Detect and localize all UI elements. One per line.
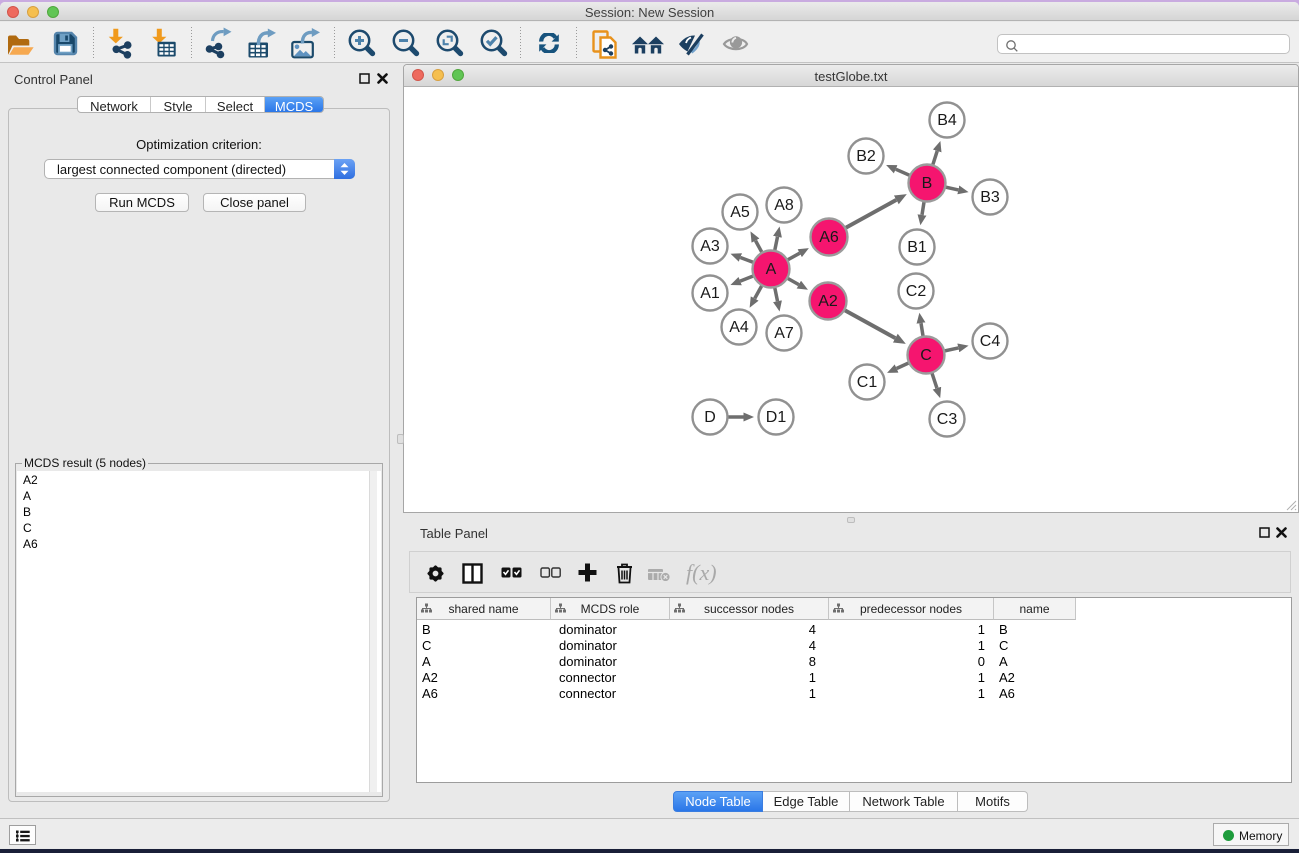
svg-text:B2: B2 <box>856 148 876 165</box>
svg-text:D: D <box>704 409 716 426</box>
svg-text:A3: A3 <box>700 238 720 255</box>
svg-text:A7: A7 <box>774 325 794 342</box>
svg-text:D1: D1 <box>766 409 787 426</box>
svg-text:B1: B1 <box>907 239 927 256</box>
svg-text:C1: C1 <box>857 374 878 391</box>
svg-text:A2: A2 <box>818 293 838 310</box>
svg-text:C: C <box>920 347 932 364</box>
svg-text:A8: A8 <box>774 197 794 214</box>
svg-text:B3: B3 <box>980 189 1000 206</box>
svg-text:B: B <box>922 175 933 192</box>
svg-text:A6: A6 <box>819 229 839 246</box>
svg-text:C3: C3 <box>937 411 958 428</box>
svg-text:A: A <box>766 261 777 278</box>
svg-text:C2: C2 <box>906 283 927 300</box>
svg-text:A4: A4 <box>729 319 749 336</box>
svg-text:B4: B4 <box>937 112 957 129</box>
svg-text:A1: A1 <box>700 285 720 302</box>
svg-text:C4: C4 <box>980 333 1001 350</box>
svg-text:A5: A5 <box>730 204 750 221</box>
